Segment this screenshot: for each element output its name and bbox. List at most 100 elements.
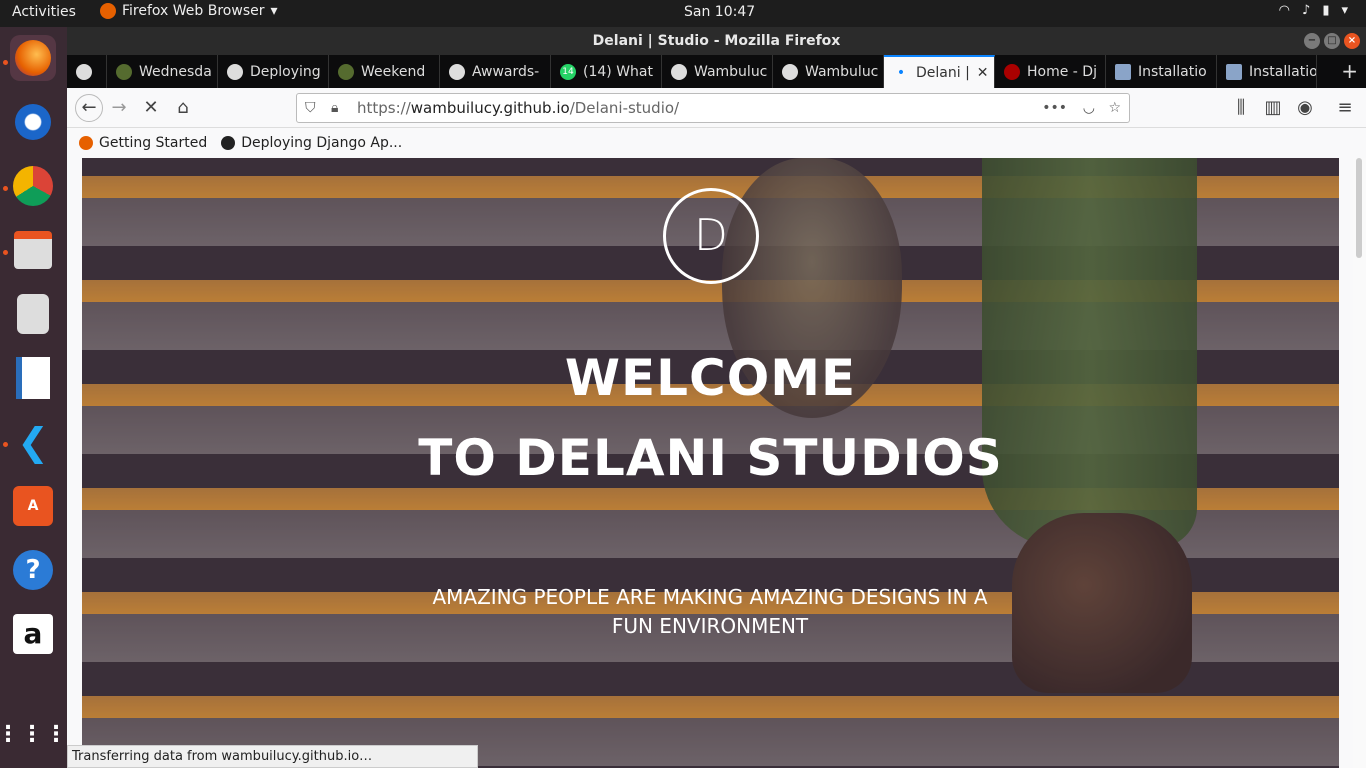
system-top-bar: Activities Firefox Web Browser ▾ San 10:… bbox=[0, 0, 1366, 27]
firefox-window: Delani | Studio - Mozilla Firefox − □ × … bbox=[67, 27, 1366, 768]
firefox-icon bbox=[79, 136, 93, 150]
running-indicator bbox=[3, 186, 8, 191]
tab-label: Weekend bbox=[361, 63, 426, 80]
writer-launcher[interactable] bbox=[10, 355, 56, 401]
sidebar-icon[interactable]: ▥ bbox=[1261, 96, 1285, 120]
tab-strip: Wednesda Deploying Weekend Awwards- 14 (1… bbox=[67, 55, 1366, 88]
github-icon bbox=[227, 63, 243, 80]
new-tab-button[interactable]: + bbox=[1341, 59, 1358, 83]
shopping-bag-icon: A bbox=[13, 486, 53, 526]
amazon-icon: a bbox=[13, 614, 53, 654]
window-titlebar[interactable]: Delani | Studio - Mozilla Firefox − □ × bbox=[67, 27, 1366, 55]
running-indicator bbox=[3, 60, 8, 65]
tab[interactable] bbox=[67, 55, 107, 88]
chrome-launcher[interactable] bbox=[10, 163, 56, 209]
clock[interactable]: San 10:47 bbox=[684, 4, 755, 20]
tab-label: Awwards- bbox=[472, 63, 540, 80]
chevron-down-icon: ▾ bbox=[1341, 3, 1348, 18]
tab[interactable]: Home - Dj bbox=[995, 55, 1106, 88]
tab-label: Installatio bbox=[1138, 63, 1207, 80]
maximize-button[interactable]: □ bbox=[1324, 33, 1340, 49]
tab-label: Wednesda bbox=[139, 63, 212, 80]
tab-active[interactable]: • Delani | ✕ bbox=[884, 55, 995, 88]
tab[interactable]: 14 (14) What bbox=[551, 55, 662, 88]
tab-label: Installatio bbox=[1249, 63, 1317, 80]
star-icon[interactable]: ☆ bbox=[1108, 100, 1121, 116]
loading-dot-icon: • bbox=[896, 64, 906, 81]
firefox-icon bbox=[15, 40, 51, 76]
chrome-icon bbox=[13, 166, 53, 206]
github-icon bbox=[671, 63, 687, 80]
stop-button[interactable]: ✕ bbox=[139, 96, 163, 120]
activities-button[interactable]: Activities bbox=[12, 4, 76, 20]
tab[interactable]: Installatio bbox=[1217, 55, 1317, 88]
doc-icon bbox=[1226, 63, 1242, 80]
scroll-thumb[interactable] bbox=[1356, 158, 1362, 258]
github-icon bbox=[338, 63, 354, 80]
bookmark-item[interactable]: Deploying Django Ap... bbox=[221, 135, 402, 151]
app-name: Firefox Web Browser bbox=[122, 3, 265, 19]
launcher-dock: ❮ A ? a ⋮⋮⋮ bbox=[0, 27, 67, 768]
bookmark-label: Getting Started bbox=[99, 135, 208, 151]
firefox-launcher[interactable] bbox=[10, 35, 56, 81]
navigation-toolbar: ← → ✕ ⌂ ⛉ 🔒︎ https://wambuilucy.github.i… bbox=[67, 88, 1366, 128]
whatsapp-icon: 14 bbox=[560, 63, 576, 80]
hero-title-line1: WELCOME bbox=[564, 349, 857, 407]
speaker-icon bbox=[17, 294, 49, 334]
url-text: https://wambuilucy.github.io/Delani-stud… bbox=[357, 99, 680, 117]
bookmark-label: Deploying Django Ap... bbox=[241, 135, 403, 151]
shield-icon[interactable]: ⛉ bbox=[305, 100, 316, 116]
minimize-button[interactable]: − bbox=[1304, 33, 1320, 49]
rhythmbox-launcher[interactable] bbox=[10, 291, 56, 337]
software-center-launcher[interactable]: A bbox=[10, 483, 56, 529]
help-icon: ? bbox=[13, 550, 53, 590]
more-actions-icon[interactable]: ••• bbox=[1042, 100, 1067, 116]
github-icon bbox=[221, 136, 236, 150]
page-hero: D WELCOME TO DELANI STUDIOS AMAZING PEOP… bbox=[82, 158, 1339, 768]
vscode-icon: ❮ bbox=[17, 420, 49, 464]
tab-label: Wambuluc bbox=[694, 63, 768, 80]
github-icon bbox=[449, 63, 465, 80]
menu-icon[interactable]: ≡ bbox=[1333, 96, 1357, 120]
wifi-icon: ◠ bbox=[1278, 3, 1291, 18]
forward-button[interactable]: → bbox=[107, 96, 131, 120]
grid-icon: ⋮⋮⋮ bbox=[0, 721, 69, 747]
bookmark-item[interactable]: Getting Started bbox=[79, 135, 207, 151]
tab[interactable]: Installatio bbox=[1106, 55, 1217, 88]
thunderbird-launcher[interactable] bbox=[10, 99, 56, 145]
running-indicator bbox=[3, 442, 8, 447]
file-cabinet-icon bbox=[14, 231, 52, 269]
show-apps-button[interactable]: ⋮⋮⋮ bbox=[0, 711, 67, 757]
url-bar[interactable]: ⛉ 🔒︎ https://wambuilucy.github.io/Delani… bbox=[296, 93, 1130, 123]
document-icon bbox=[16, 357, 50, 399]
amazon-launcher[interactable]: a bbox=[10, 611, 56, 657]
tab[interactable]: Wambuluc bbox=[773, 55, 884, 88]
page-scrollbar[interactable] bbox=[1353, 158, 1366, 768]
system-tray[interactable]: ◠ ♪ ▮ ▾ bbox=[1279, 3, 1348, 18]
pocket-icon[interactable]: ◡ bbox=[1083, 100, 1095, 116]
doc-icon bbox=[1115, 63, 1131, 80]
tab[interactable]: Awwards- bbox=[440, 55, 551, 88]
tab[interactable]: Wednesda bbox=[107, 55, 218, 88]
lock-icon[interactable]: 🔒︎ bbox=[331, 100, 338, 116]
library-icon[interactable]: ⫼ bbox=[1229, 96, 1253, 120]
tab[interactable]: Wambuluc bbox=[662, 55, 773, 88]
back-button[interactable]: ← bbox=[75, 94, 103, 122]
hero-title-line2: TO DELANI STUDIOS bbox=[418, 429, 1003, 487]
brand-logo[interactable]: D bbox=[663, 188, 759, 284]
help-launcher[interactable]: ? bbox=[10, 547, 56, 593]
files-launcher[interactable] bbox=[10, 227, 56, 273]
home-button[interactable]: ⌂ bbox=[171, 96, 195, 120]
close-button[interactable]: × bbox=[1344, 33, 1360, 49]
volume-icon: ♪ bbox=[1302, 3, 1311, 18]
github-icon bbox=[76, 63, 92, 80]
tab[interactable]: Deploying bbox=[218, 55, 329, 88]
app-menu[interactable]: Firefox Web Browser ▾ bbox=[100, 3, 278, 19]
tab[interactable]: Weekend bbox=[329, 55, 440, 88]
bookmarks-toolbar: Getting Started Deploying Django Ap... bbox=[67, 128, 1366, 158]
vscode-launcher[interactable]: ❮ bbox=[10, 419, 56, 465]
hero-subtitle: AMAZING PEOPLE ARE MAKING AMAZING DESIGN… bbox=[432, 585, 988, 638]
status-bar: Transferring data from wambuilucy.github… bbox=[67, 745, 478, 768]
close-tab-icon[interactable]: ✕ bbox=[977, 65, 989, 81]
account-icon[interactable]: ◉ bbox=[1293, 96, 1317, 120]
